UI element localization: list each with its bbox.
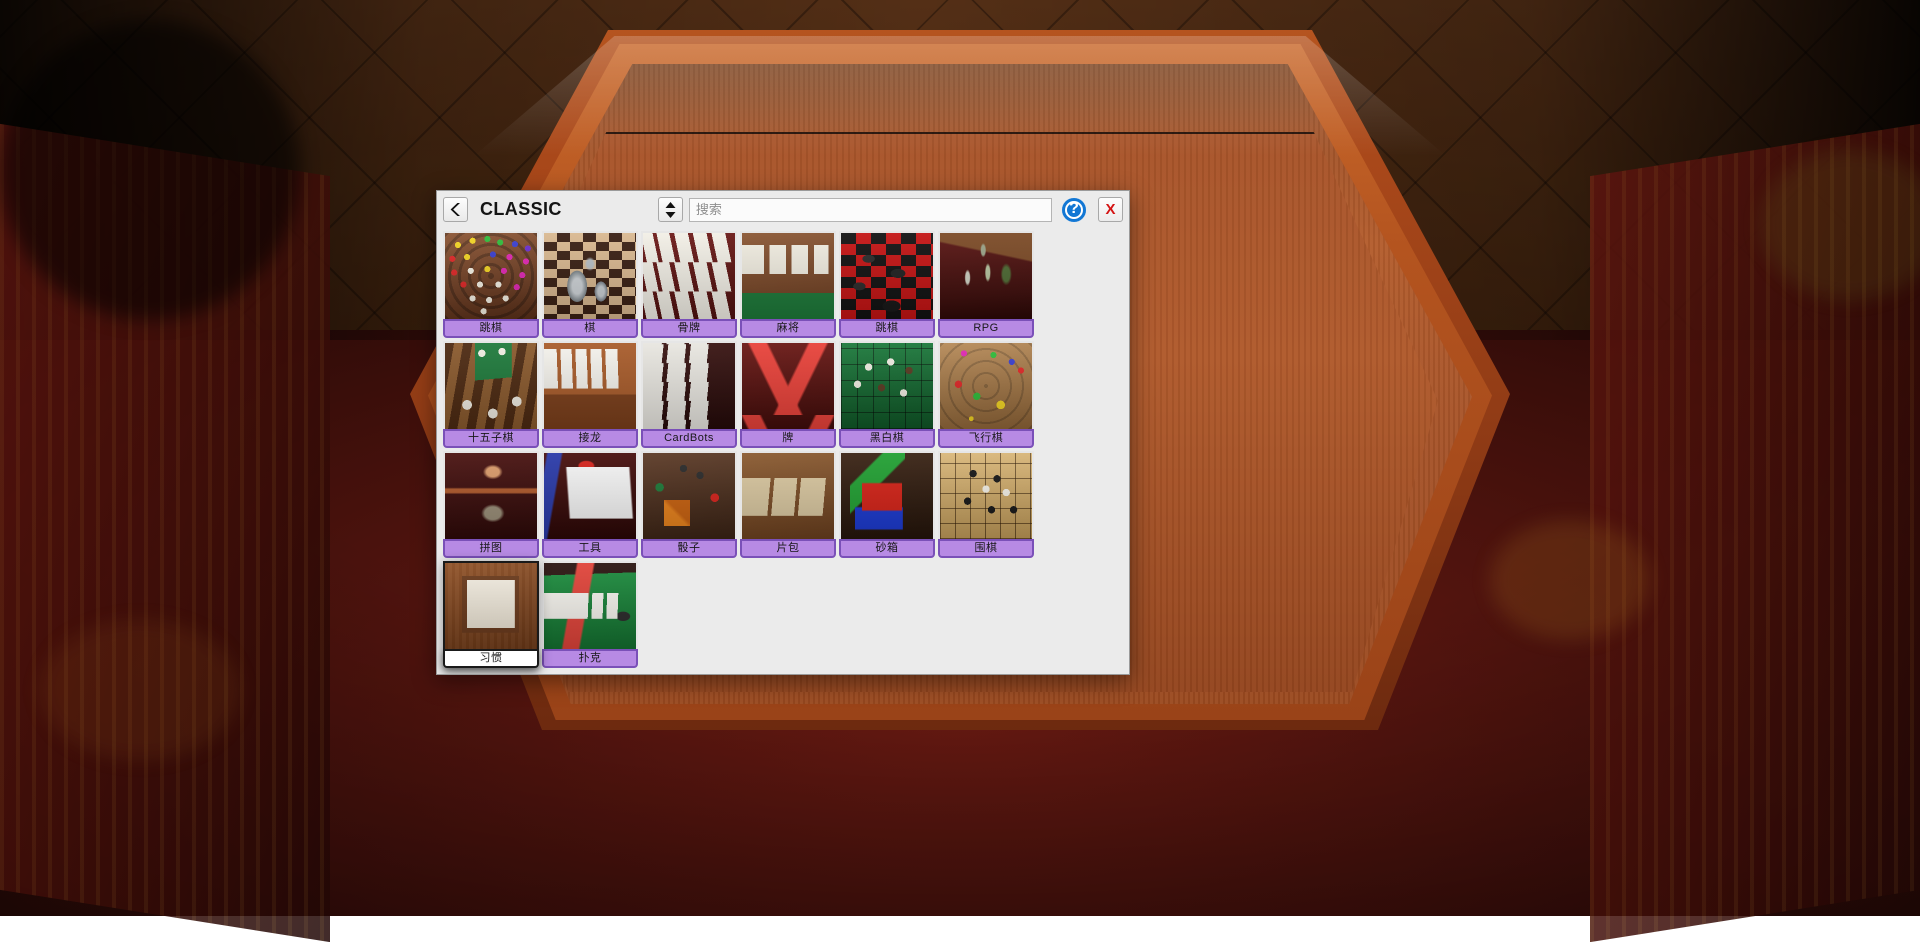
game-tile-thumbnail [938,231,1034,319]
game-tile-thumbnail [443,561,539,649]
game-tile-thumbnail [839,341,935,429]
game-tile-label: 片包 [740,539,836,558]
game-tile[interactable]: 工具 [542,451,638,558]
game-thumbnail-art [445,233,537,319]
game-tile[interactable]: 扑克 [542,561,638,668]
rug-motif-1 [1490,520,1650,640]
game-tile-thumbnail [443,231,539,319]
game-tile-label: 牌 [740,429,836,448]
game-thumbnail-art [940,453,1032,539]
game-tile-label: 砂箱 [839,539,935,558]
back-button[interactable] [443,197,468,222]
game-tile-thumbnail [641,341,737,429]
game-tile-thumbnail [839,451,935,539]
game-tile[interactable]: 十五子棋 [443,341,539,448]
game-tile[interactable]: 砂箱 [839,451,935,558]
category-title: CLASSIC [480,199,562,220]
game-tile[interactable]: 骰子 [641,451,737,558]
game-tile-thumbnail [542,561,638,649]
game-tile-label: 扑克 [542,649,638,668]
game-thumbnail-art [445,453,537,539]
game-tile[interactable]: CardBots [641,341,737,448]
chair-shadow [0,20,300,320]
game-thumbnail-art [445,343,537,429]
search-input[interactable] [689,198,1052,222]
game-tile[interactable]: 棋 [542,231,638,338]
game-tile-thumbnail [740,451,836,539]
rug-motif-3 [40,620,240,760]
game-thumbnail-art [940,343,1032,429]
close-button[interactable]: X [1098,197,1123,222]
game-tile-thumbnail [542,231,638,319]
game-tile[interactable]: 接龙 [542,341,638,448]
game-tile-thumbnail [839,231,935,319]
game-tile-grid: 跳棋棋骨牌麻将跳棋RPG十五子棋接龙CardBots牌黑白棋飞行棋拼图工具骰子片… [437,228,1129,674]
game-tile[interactable]: 习惯 [443,561,539,668]
game-thumbnail-art [841,343,933,429]
game-browser-dialog: CLASSIC ? X 跳棋棋骨牌麻将跳棋RPG十五子棋接龙CardBots牌黑… [436,190,1130,675]
help-button-label: ? [1069,200,1079,218]
game-tile[interactable]: 跳棋 [443,231,539,338]
game-tile[interactable]: RPG [938,231,1034,338]
chevron-left-icon [449,202,462,217]
game-tile-thumbnail [938,451,1034,539]
game-tile[interactable]: 拼图 [443,451,539,558]
game-tile-thumbnail [542,451,638,539]
dialog-header: CLASSIC ? X [437,191,1129,228]
game-tile-label: 跳棋 [443,319,539,338]
game-tile-label: 围棋 [938,539,1034,558]
game-tile[interactable]: 跳棋 [839,231,935,338]
game-tile[interactable]: 黑白棋 [839,341,935,448]
game-tile-label: 黑白棋 [839,429,935,448]
game-tile-thumbnail [740,341,836,429]
game-thumbnail-art [544,563,636,649]
game-tile-thumbnail [443,451,539,539]
close-button-label: X [1105,201,1115,218]
game-tile[interactable]: 麻将 [740,231,836,338]
game-thumbnail-art [544,343,636,429]
game-tile[interactable]: 牌 [740,341,836,448]
game-tile[interactable]: 片包 [740,451,836,558]
game-tile-label: 习惯 [443,649,539,668]
game-thumbnail-art [841,453,933,539]
game-tile-thumbnail [641,451,737,539]
game-tile-thumbnail [641,231,737,319]
game-thumbnail-art [742,343,834,429]
game-tile[interactable]: 围棋 [938,451,1034,558]
game-tile[interactable]: 骨牌 [641,231,737,338]
game-tile-label: 棋 [542,319,638,338]
game-thumbnail-art [742,233,834,319]
game-tile-label: 工具 [542,539,638,558]
game-tile-label: 飞行棋 [938,429,1034,448]
help-button[interactable]: ? [1062,198,1086,222]
game-thumbnail-art [742,453,834,539]
game-tile-label: 麻将 [740,319,836,338]
game-tile[interactable]: 飞行棋 [938,341,1034,448]
game-tile-label: 接龙 [542,429,638,448]
game-thumbnail-art [643,233,735,319]
game-tile-label: CardBots [641,429,737,448]
game-tile-label: 拼图 [443,539,539,558]
game-thumbnail-art [841,233,933,319]
game-thumbnail-art [544,453,636,539]
game-tile-label: 骨牌 [641,319,737,338]
game-thumbnail-art [643,343,735,429]
game-tile-thumbnail [542,341,638,429]
game-tile-thumbnail [740,231,836,319]
sort-updown-icon [664,201,677,219]
game-tile-thumbnail [443,341,539,429]
game-thumbnail-art [544,233,636,319]
game-thumbnail-art [643,453,735,539]
game-tile-label: 十五子棋 [443,429,539,448]
game-thumbnail-art [445,563,537,649]
game-thumbnail-art [940,233,1032,319]
game-tile-label: RPG [938,319,1034,338]
sort-order-button[interactable] [658,197,683,222]
game-tile-label: 跳棋 [839,319,935,338]
game-tile-thumbnail [938,341,1034,429]
game-tile-label: 骰子 [641,539,737,558]
